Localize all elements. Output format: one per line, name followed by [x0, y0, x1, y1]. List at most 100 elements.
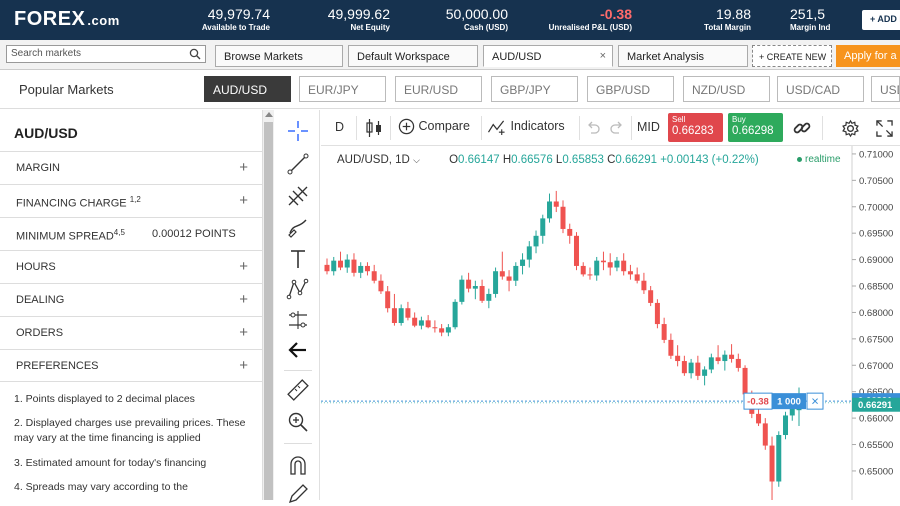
- prediction-icon[interactable]: [286, 308, 310, 332]
- fullscreen-icon[interactable]: [876, 120, 893, 137]
- popular-markets-bar: Popular Markets AUD/USD EUR/JPY EUR/USD …: [0, 71, 900, 109]
- candle-down: [553, 201, 559, 207]
- candle-down: [729, 354, 735, 359]
- candle-up: [776, 435, 782, 482]
- hours-row[interactable]: HOURS +: [0, 250, 262, 283]
- dropdown-icon[interactable]: ⌵: [413, 155, 420, 165]
- position-widget[interactable]: -0.38 1 000 ×: [743, 392, 824, 410]
- ohlc-values: O0.66147 H0.66576 L0.65853 C0.66291 +0.0…: [449, 154, 759, 166]
- market-gbp-usd[interactable]: GBP/USD: [587, 76, 674, 102]
- redo-icon[interactable]: [610, 121, 624, 135]
- tab-label: Browse Markets: [224, 51, 303, 63]
- sell-label: Sell: [672, 115, 686, 124]
- forex-logo[interactable]: FOREX .com: [14, 8, 120, 31]
- interval-button[interactable]: D: [335, 120, 344, 134]
- preferences-row[interactable]: PREFERENCES +: [0, 349, 262, 382]
- row-label: DEALING: [16, 294, 65, 306]
- logo-text: FOREX: [14, 8, 86, 30]
- stat-value: 251,5: [790, 6, 826, 22]
- symbol-interval[interactable]: AUD/USD, 1D: [337, 154, 410, 166]
- stat-value: 49,979.74: [207, 6, 270, 22]
- price-chart[interactable]: 0.71000 0.70500 0.70000 0.69500 0.69000 0.685…: [321, 146, 900, 500]
- panel-scrollbar[interactable]: [262, 110, 274, 500]
- y-tick-label: 0.65500: [859, 440, 893, 451]
- scroll-up-arrow-icon[interactable]: [265, 112, 273, 117]
- expand-icon[interactable]: +: [239, 324, 248, 341]
- tab-default-workspace[interactable]: Default Workspace: [348, 45, 478, 67]
- settings-gear-icon[interactable]: [841, 119, 860, 138]
- candle-down: [735, 358, 741, 368]
- toolbar-divider: [356, 116, 357, 140]
- market-usd-cad[interactable]: USD/CAD: [777, 76, 864, 102]
- drawing-toolbar: [276, 110, 320, 504]
- sell-button[interactable]: Sell 0.66283: [668, 113, 723, 142]
- candle-down: [432, 327, 438, 329]
- expand-icon[interactable]: +: [239, 192, 248, 209]
- expand-icon[interactable]: +: [239, 159, 248, 176]
- candle-down: [762, 423, 768, 446]
- net-equity: 49,999.62 Net Equity: [310, 6, 390, 33]
- workspace-tabs: Search markets Browse Markets Default Wo…: [0, 40, 900, 70]
- candle-down: [587, 274, 593, 276]
- open-label: O: [449, 154, 459, 166]
- pattern-icon[interactable]: [286, 277, 310, 301]
- candle-up: [702, 369, 708, 376]
- orders-row[interactable]: ORDERS +: [0, 316, 262, 349]
- market-usd[interactable]: USD: [871, 76, 900, 102]
- add-funds-button[interactable]: + ADD F: [862, 10, 900, 30]
- crosshair-icon[interactable]: [286, 119, 310, 143]
- tab-aud-usd[interactable]: AUD/USD ×: [483, 45, 613, 67]
- expand-icon[interactable]: +: [239, 357, 248, 374]
- undo-icon[interactable]: [586, 121, 600, 135]
- scrollbar-thumb[interactable]: [264, 122, 273, 500]
- indicators-button[interactable]: Indicators: [487, 118, 565, 135]
- buy-label: Buy: [732, 115, 746, 124]
- margin-row[interactable]: MARGIN +: [0, 151, 262, 184]
- financing-charge-row[interactable]: FINANCING CHARGE 1,2 +: [0, 184, 262, 217]
- compare-button[interactable]: Compare: [398, 118, 470, 135]
- trend-line-icon[interactable]: [286, 152, 310, 176]
- create-new-tab-button[interactable]: + CREATE NEW: [752, 45, 832, 67]
- apply-button[interactable]: Apply for a: [836, 45, 900, 67]
- candle-down: [580, 265, 586, 275]
- stat-label: Available to Trade: [201, 23, 270, 32]
- candle-up: [513, 265, 519, 281]
- low-value: 0.65853: [562, 154, 604, 166]
- magnet-icon[interactable]: [286, 454, 310, 478]
- row-label: ORDERS: [16, 327, 64, 339]
- candle-up: [708, 357, 714, 370]
- tab-browse-markets[interactable]: Browse Markets: [215, 45, 343, 67]
- link-icon[interactable]: [792, 118, 812, 138]
- search-icon[interactable]: [189, 48, 201, 60]
- market-aud-usd[interactable]: AUD/USD: [204, 76, 291, 102]
- brush-icon[interactable]: [286, 215, 310, 239]
- add-circle-icon: [398, 118, 415, 135]
- candle-down: [364, 265, 370, 272]
- candle-style-icon[interactable]: [365, 118, 383, 138]
- expand-icon[interactable]: +: [239, 291, 248, 308]
- position-pnl: -0.38: [747, 397, 769, 408]
- close-tab-icon[interactable]: ×: [600, 50, 606, 62]
- tab-label: Market Analysis: [627, 51, 705, 63]
- back-arrow-icon[interactable]: [286, 338, 310, 362]
- close-value: 0.66291: [615, 154, 657, 166]
- buy-button[interactable]: Buy 0.66298: [728, 113, 783, 142]
- y-tick-label: 0.69500: [859, 229, 893, 240]
- market-gbp-jpy[interactable]: GBP/JPY: [491, 76, 578, 102]
- market-eur-usd[interactable]: EUR/USD: [395, 76, 482, 102]
- ruler-icon[interactable]: [286, 378, 310, 402]
- zoom-in-icon[interactable]: [286, 410, 310, 434]
- tab-market-analysis[interactable]: Market Analysis: [618, 45, 748, 67]
- search-input[interactable]: Search markets: [6, 45, 206, 63]
- market-eur-jpy[interactable]: EUR/JPY: [299, 76, 386, 102]
- expand-icon[interactable]: +: [239, 258, 248, 275]
- text-tool-icon[interactable]: [286, 247, 310, 271]
- close-position-icon[interactable]: ×: [811, 394, 819, 409]
- market-nzd-usd[interactable]: NZD/USD: [683, 76, 770, 102]
- pencil-icon[interactable]: [286, 482, 310, 506]
- dealing-row[interactable]: DEALING +: [0, 283, 262, 316]
- fibonacci-icon[interactable]: [286, 184, 310, 208]
- mid-price-toggle[interactable]: MID: [637, 120, 660, 134]
- candlestick-chart[interactable]: 0.71000 0.70500 0.70000 0.69500 0.69000 0.685…: [321, 146, 900, 500]
- candle-down: [769, 445, 775, 482]
